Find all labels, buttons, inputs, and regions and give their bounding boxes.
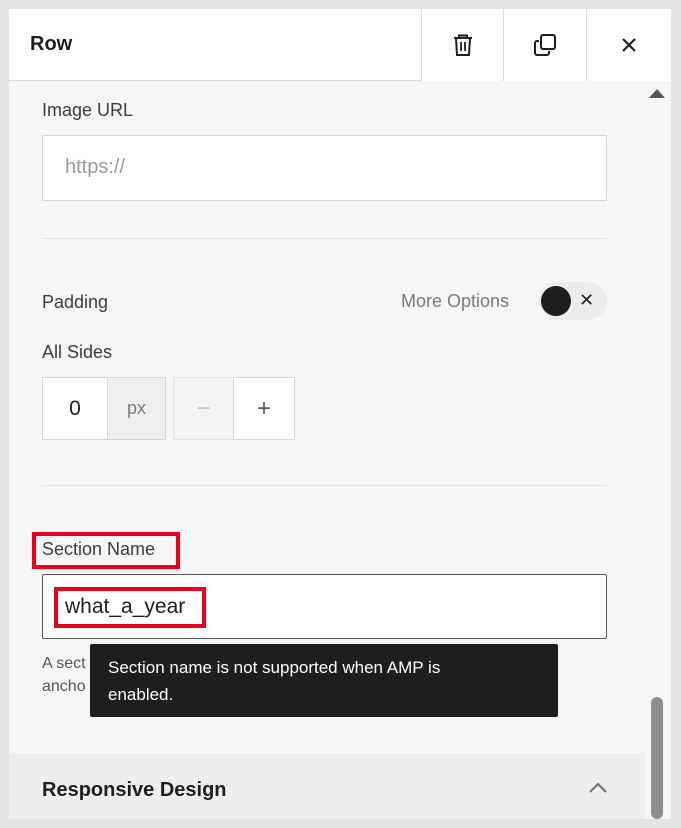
section-name-label: Section Name — [42, 539, 156, 559]
image-url-input[interactable]: https:// — [42, 135, 607, 201]
scroll-up-arrow-icon[interactable] — [649, 89, 665, 98]
padding-unit: px — [107, 377, 166, 440]
panel-title: Row — [30, 33, 73, 55]
more-options-label: More Options — [401, 291, 510, 311]
all-sides-label: All Sides — [42, 342, 113, 362]
padding-label: Padding — [42, 292, 109, 312]
amp-tooltip: Section name is not supported when AMP i… — [90, 644, 558, 717]
tooltip-line: enabled. — [108, 685, 174, 704]
padding-increment-button[interactable]: + — [233, 377, 295, 440]
tooltip-line: Section name is not supported when AMP i… — [108, 658, 441, 677]
duplicate-button[interactable] — [503, 9, 586, 81]
chevron-up-icon — [589, 782, 607, 793]
close-icon — [622, 38, 636, 52]
image-url-label: Image URL — [42, 100, 134, 120]
delete-button[interactable] — [421, 9, 504, 81]
padding-decrement-button[interactable]: − — [173, 377, 234, 440]
section-name-value: what_a_year — [65, 595, 186, 618]
panel-header: Row — [9, 9, 671, 81]
toggle-off-x-icon: ✕ — [579, 290, 595, 310]
toggle-knob — [541, 286, 571, 316]
scrollbar-thumb[interactable] — [651, 697, 663, 819]
image-url-placeholder: https:// — [65, 156, 126, 178]
trash-icon — [454, 34, 472, 56]
duplicate-icon — [534, 34, 556, 56]
more-options-toggle[interactable]: ✕ — [539, 282, 607, 320]
padding-value-input[interactable]: 0 — [42, 377, 107, 440]
close-button[interactable] — [586, 9, 671, 81]
divider — [42, 238, 607, 239]
divider — [42, 485, 607, 486]
block-settings-panel: Row Image URL https:// Padding More Opti… — [9, 9, 671, 819]
responsive-design-section-toggle[interactable]: Responsive Design — [9, 753, 645, 819]
responsive-design-title: Responsive Design — [42, 779, 227, 801]
